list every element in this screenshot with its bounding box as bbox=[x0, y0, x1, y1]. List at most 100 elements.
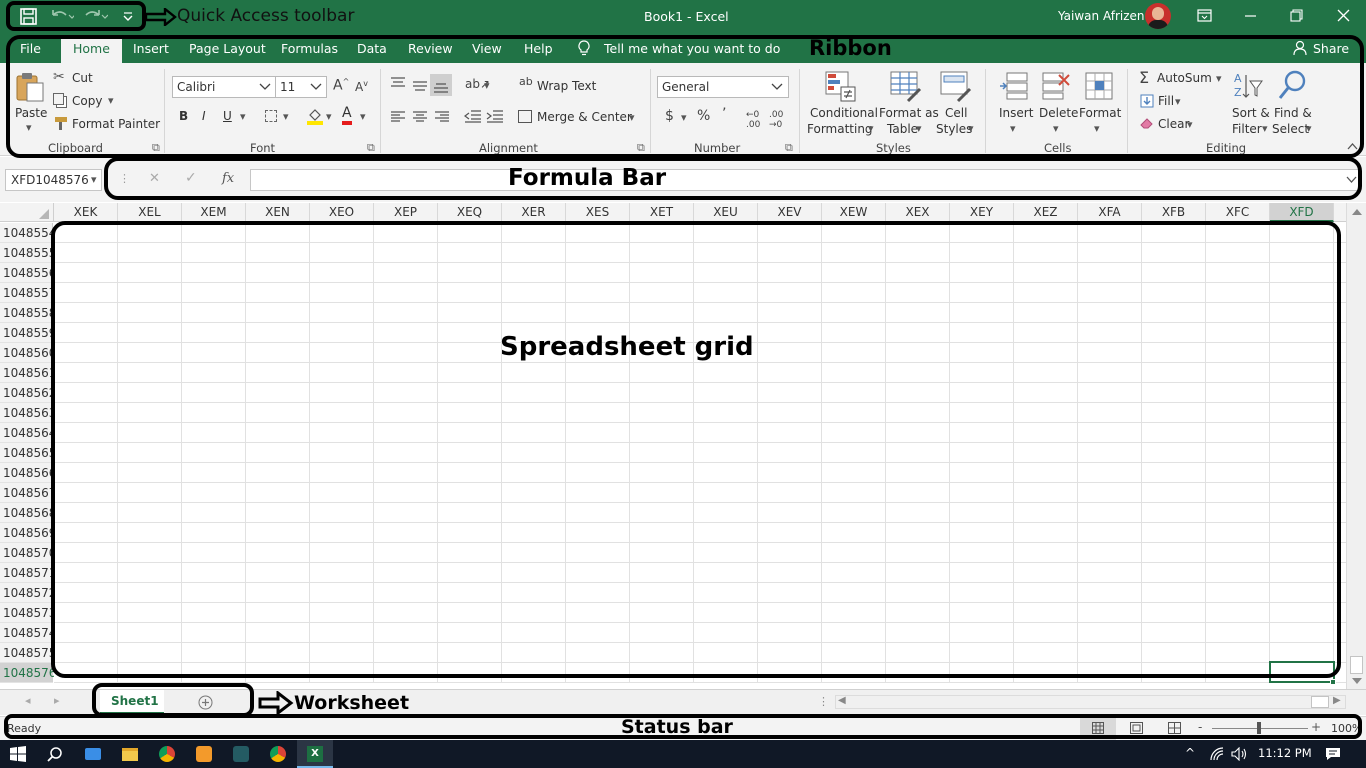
row-header[interactable]: 1048564 bbox=[0, 423, 56, 443]
insert-cells-icon[interactable] bbox=[999, 71, 1029, 101]
merge-center-icon[interactable] bbox=[518, 110, 532, 123]
copy-button[interactable]: Copy bbox=[72, 94, 102, 108]
percent-button[interactable]: % bbox=[697, 108, 710, 124]
zoom-level[interactable]: 100% bbox=[1331, 722, 1362, 735]
cell-styles-icon[interactable] bbox=[940, 71, 972, 103]
tab-home[interactable]: Home bbox=[61, 37, 122, 63]
column-header[interactable]: XEK bbox=[54, 203, 118, 222]
scissors-icon[interactable]: ✂ bbox=[53, 69, 65, 85]
fill-down-icon[interactable] bbox=[1140, 94, 1154, 108]
sigma-icon[interactable]: Σ bbox=[1139, 68, 1149, 87]
cell-styles-label-2[interactable]: Styles bbox=[936, 122, 972, 136]
autosum-dropdown-arrow[interactable]: ▾ bbox=[1216, 72, 1222, 85]
tab-formulas[interactable]: Formulas bbox=[281, 41, 338, 56]
tab-file[interactable]: File bbox=[20, 41, 41, 56]
format-painter-button[interactable]: Format Painter bbox=[72, 117, 160, 131]
italic-button[interactable]: I bbox=[202, 109, 206, 123]
row-header[interactable]: 1048562 bbox=[0, 383, 56, 403]
font-dialog-launcher[interactable]: ⧉ bbox=[367, 141, 375, 155]
zoom-out-button[interactable]: - bbox=[1198, 720, 1202, 734]
sort-filter-label-1[interactable]: Sort & bbox=[1232, 106, 1270, 120]
cancel-entry-button[interactable]: ✕ bbox=[149, 171, 160, 186]
scroll-down-icon[interactable] bbox=[1352, 678, 1362, 684]
row-header[interactable]: 1048559 bbox=[0, 323, 56, 343]
middle-align-icon[interactable] bbox=[412, 79, 428, 91]
task-view-icon[interactable] bbox=[85, 748, 101, 760]
row-header[interactable]: 1048571 bbox=[0, 563, 56, 583]
clipboard-dialog-launcher[interactable]: ⧉ bbox=[152, 141, 160, 155]
column-header[interactable]: XFD bbox=[1270, 203, 1334, 222]
row-header[interactable]: 1048575 bbox=[0, 643, 56, 663]
column-header[interactable]: XET bbox=[630, 203, 694, 222]
paste-button[interactable]: Paste bbox=[15, 106, 47, 120]
tab-page-layout[interactable]: Page Layout bbox=[189, 41, 266, 56]
zoom-in-button[interactable]: + bbox=[1311, 720, 1321, 734]
format-as-table-dropdown-arrow[interactable]: ▾ bbox=[916, 122, 922, 135]
tab-data[interactable]: Data bbox=[357, 41, 387, 56]
enter-entry-button[interactable]: ✓ bbox=[185, 170, 197, 186]
row-header[interactable]: 1048555 bbox=[0, 243, 56, 263]
number-dialog-launcher[interactable]: ⧉ bbox=[785, 141, 793, 155]
borders-dropdown-arrow[interactable]: ▾ bbox=[283, 110, 289, 123]
name-box[interactable]: XFD1048576 bbox=[5, 169, 102, 191]
restore-icon[interactable] bbox=[1290, 9, 1303, 22]
previous-sheet-icon[interactable]: ◂ bbox=[25, 694, 31, 707]
column-header[interactable]: XEW bbox=[822, 203, 886, 222]
collapse-ribbon-icon[interactable] bbox=[1347, 143, 1358, 150]
copy-dropdown-arrow[interactable]: ▾ bbox=[108, 94, 114, 107]
app-icon-orange[interactable] bbox=[196, 746, 212, 762]
formula-input[interactable] bbox=[250, 169, 1360, 191]
avatar[interactable] bbox=[1145, 3, 1171, 29]
increase-indent-icon[interactable] bbox=[486, 110, 504, 123]
paste-dropdown-arrow[interactable]: ▾ bbox=[26, 121, 32, 134]
format-as-table-label-2[interactable]: Table bbox=[887, 122, 918, 136]
sort-filter-dropdown-arrow[interactable]: ▾ bbox=[1262, 122, 1268, 135]
insert-function-button[interactable]: fx bbox=[222, 171, 234, 186]
file-explorer-icon[interactable] bbox=[122, 748, 138, 761]
column-header[interactable]: XEU bbox=[694, 203, 758, 222]
column-header[interactable]: XES bbox=[566, 203, 630, 222]
underline-dropdown-arrow[interactable]: ▾ bbox=[240, 110, 246, 123]
merge-center-button[interactable]: Merge & Center bbox=[537, 110, 632, 124]
column-header[interactable]: XEV bbox=[758, 203, 822, 222]
horizontal-scroll-thumb[interactable] bbox=[1311, 696, 1329, 708]
column-header[interactable]: XEO bbox=[310, 203, 374, 222]
wrap-text-icon[interactable]: ab bbox=[519, 75, 533, 88]
tell-me-search[interactable]: Tell me what you want to do bbox=[604, 41, 780, 56]
sort-filter-icon[interactable]: A Z bbox=[1233, 71, 1263, 101]
align-right-icon[interactable] bbox=[434, 111, 450, 123]
column-header[interactable]: XEZ bbox=[1014, 203, 1078, 222]
font-color-dropdown-arrow[interactable]: ▾ bbox=[360, 110, 366, 123]
scroll-up-icon[interactable] bbox=[1352, 209, 1362, 215]
horizontal-scrollbar[interactable] bbox=[835, 695, 1346, 709]
tab-review[interactable]: Review bbox=[408, 41, 453, 56]
paste-icon[interactable] bbox=[14, 71, 46, 103]
chevron-up-icon[interactable]: ^ bbox=[1185, 746, 1195, 760]
vertical-scroll-thumb[interactable] bbox=[1350, 656, 1363, 674]
row-header[interactable]: 1048561 bbox=[0, 363, 56, 383]
format-cells-button[interactable]: Format bbox=[1079, 106, 1121, 120]
volume-icon[interactable] bbox=[1231, 747, 1247, 761]
row-header[interactable]: 1048576 bbox=[0, 663, 56, 683]
number-format-select[interactable]: General bbox=[657, 76, 789, 98]
cell-styles-label-1[interactable]: Cell bbox=[945, 106, 967, 120]
search-icon[interactable] bbox=[47, 746, 63, 762]
clear-dropdown-arrow[interactable]: ▾ bbox=[1187, 118, 1193, 131]
alignment-dialog-launcher[interactable]: ⧉ bbox=[637, 141, 645, 155]
find-select-label-2[interactable]: Select bbox=[1272, 122, 1309, 136]
clock-time[interactable]: 11:12 PM bbox=[1258, 746, 1312, 760]
windows-start-icon[interactable] bbox=[10, 746, 26, 762]
scroll-left-icon[interactable]: ◀ bbox=[838, 695, 846, 706]
close-icon[interactable] bbox=[1337, 9, 1350, 22]
top-align-icon[interactable] bbox=[390, 77, 406, 89]
borders-icon[interactable] bbox=[265, 110, 277, 122]
fill-handle[interactable] bbox=[1330, 679, 1336, 685]
align-center-icon[interactable] bbox=[412, 111, 428, 123]
font-color-icon[interactable]: A bbox=[342, 106, 352, 125]
minimize-icon[interactable] bbox=[1245, 15, 1256, 17]
magnifier-icon[interactable] bbox=[1278, 69, 1308, 101]
undo-icon[interactable] bbox=[50, 9, 74, 23]
row-header[interactable]: 1048558 bbox=[0, 303, 56, 323]
column-header[interactable]: XFB bbox=[1142, 203, 1206, 222]
row-header[interactable]: 1048563 bbox=[0, 403, 56, 423]
